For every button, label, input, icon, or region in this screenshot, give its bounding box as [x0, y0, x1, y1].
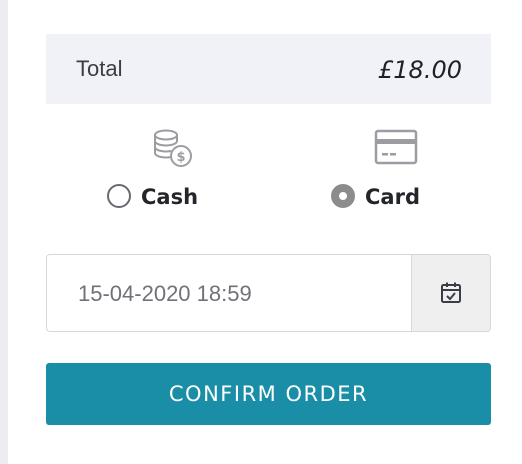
payment-option-card[interactable]: Card [328, 128, 438, 218]
delivery-datetime-field[interactable]: 15-04-2020 18:59 [46, 254, 491, 332]
calendar-icon [441, 282, 461, 303]
card-label[interactable]: Card [365, 185, 420, 209]
svg-text:$: $ [176, 150, 185, 165]
datetime-value[interactable]: 15-04-2020 18:59 [78, 281, 252, 307]
total-label: Total [76, 56, 123, 81]
payment-option-cash[interactable]: $ Cash [104, 128, 214, 218]
order-total-bar: Total £18.00 [46, 34, 491, 104]
calendar-button[interactable] [411, 255, 490, 331]
card-radio[interactable] [331, 184, 355, 208]
cash-label[interactable]: Cash [141, 185, 198, 209]
coins-icon: $ [152, 128, 196, 174]
sidebar-edge [0, 0, 8, 464]
cash-radio[interactable] [107, 184, 131, 208]
credit-card-icon [374, 128, 418, 170]
total-value: £18.00 [378, 56, 462, 84]
confirm-order-button[interactable]: CONFIRM ORDER [46, 363, 491, 425]
